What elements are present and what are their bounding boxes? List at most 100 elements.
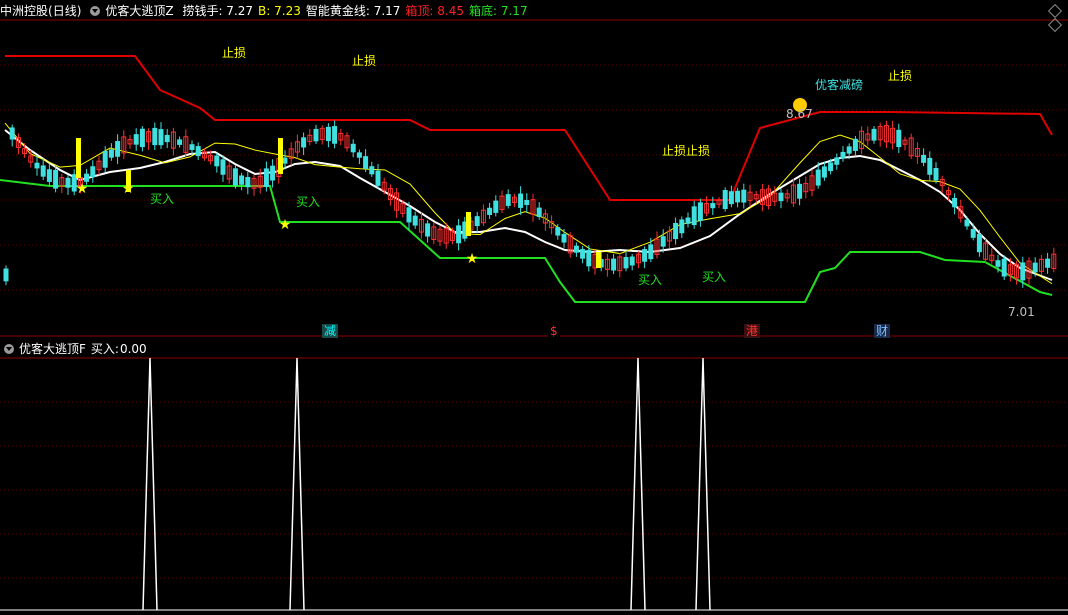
sub-indicator-name[interactable]: 优客大逃顶F (19, 342, 86, 356)
buy-signal-spike (630, 357, 646, 611)
chart-annotation: 买入 (702, 270, 727, 284)
candle-body (474, 216, 480, 227)
candle-body (679, 219, 685, 234)
buy-star-icon: ★ (279, 217, 292, 233)
buy-candle (76, 138, 81, 178)
candle-body (152, 127, 158, 146)
candle-body (158, 129, 164, 146)
event-badge[interactable]: 港 (744, 324, 761, 338)
candle-body (65, 177, 71, 188)
candle-body (177, 139, 183, 145)
buy-star-icon: ★ (76, 181, 89, 197)
candle-body (133, 134, 139, 145)
candle-body (301, 137, 307, 148)
candle-body (350, 143, 356, 153)
candle-body (815, 169, 821, 186)
chart-annotation: 买入 (638, 273, 663, 287)
candle-body (642, 249, 648, 262)
candle-body (797, 183, 803, 199)
header-item-2: 智能黄金线: 7.17 (305, 4, 401, 18)
candle-body (852, 138, 858, 151)
candle-body (232, 168, 238, 186)
sub-label: 买入: (90, 342, 119, 356)
candle-body (115, 141, 121, 157)
candle-body (90, 166, 96, 178)
candle-body (239, 175, 245, 185)
candle-body (375, 170, 381, 186)
candle-body (697, 202, 703, 221)
indicator-name[interactable]: 优客大逃顶Z (105, 4, 173, 18)
candle-body (648, 244, 654, 260)
chart-annotation: 优客减磅 (815, 78, 864, 92)
buy-candle (466, 212, 471, 236)
header-item-1: B: 7.23 (258, 4, 301, 18)
candle-body (220, 159, 226, 175)
candle-body (282, 157, 288, 164)
chart-annotation: 止损 (352, 54, 377, 68)
candle-body (933, 168, 939, 181)
candle-body (722, 190, 728, 209)
candle-body (363, 156, 369, 169)
candle-body (685, 217, 691, 224)
candle-body (629, 256, 635, 266)
event-badge[interactable]: $ (548, 324, 560, 338)
candle-body (840, 151, 846, 159)
candle-body (46, 169, 52, 182)
period-label[interactable]: (日线) (48, 4, 81, 18)
candle-body (821, 166, 827, 178)
candle-body (493, 200, 499, 213)
candle-body (108, 149, 114, 158)
candle-body (325, 126, 331, 142)
candle-body (139, 128, 145, 148)
candle-body (555, 227, 561, 236)
stock-name[interactable]: 中洲控股 (0, 4, 48, 18)
candle-body (189, 144, 195, 150)
candle-body (245, 177, 251, 188)
candle-body (425, 223, 431, 237)
candle-body (536, 207, 542, 217)
candle-body (214, 155, 220, 167)
candle-body (524, 199, 530, 205)
candle-body (728, 191, 734, 205)
candle-body (270, 165, 276, 181)
candle-body (164, 134, 170, 143)
candle-body (40, 165, 46, 177)
header-item-0: 捞钱手: 7.27 (182, 4, 254, 18)
candle-body (412, 215, 418, 226)
chart-annotation: 买入 (150, 192, 175, 206)
event-badge[interactable]: 减 (322, 324, 339, 338)
candle-body (846, 146, 852, 154)
indicator-menu-icon[interactable] (90, 6, 101, 16)
candle-body (673, 222, 679, 240)
event-badge[interactable]: 财 (874, 324, 891, 338)
candle-body (573, 245, 579, 253)
candle-body (518, 193, 524, 208)
candle-body (406, 207, 412, 223)
candle-body (778, 192, 784, 202)
candle-body (561, 233, 567, 243)
chart-annotation: 止损 (888, 69, 913, 83)
main-header: 中洲控股(日线) 优客大逃顶Z 捞钱手: 7.27 B: 7.23 智能黄金线: 7.… (0, 0, 538, 20)
chart-annotation: 8.67 (786, 107, 813, 121)
candle-body (871, 128, 877, 141)
candle-body (313, 128, 319, 142)
buy-signal-spike (142, 357, 158, 611)
candle-body (53, 169, 59, 189)
buy-star-icon: ★ (466, 251, 479, 267)
buy-candle (596, 252, 601, 268)
candle-body (456, 225, 462, 244)
sub-indicator-menu-icon[interactable] (4, 344, 14, 354)
chart-annotation: 止损止损 (662, 144, 711, 158)
chart-annotation: 止损 (222, 46, 247, 60)
candle-body (952, 197, 958, 208)
candle-body (970, 229, 976, 238)
candle-body (263, 168, 269, 187)
candle-body (1032, 262, 1038, 273)
candle-body (828, 162, 834, 172)
candle-body (964, 219, 970, 227)
candle-body (332, 126, 338, 144)
candle-body (691, 206, 697, 226)
buy-candle (278, 138, 283, 174)
candle-body (580, 249, 586, 259)
candle-body (921, 154, 927, 163)
